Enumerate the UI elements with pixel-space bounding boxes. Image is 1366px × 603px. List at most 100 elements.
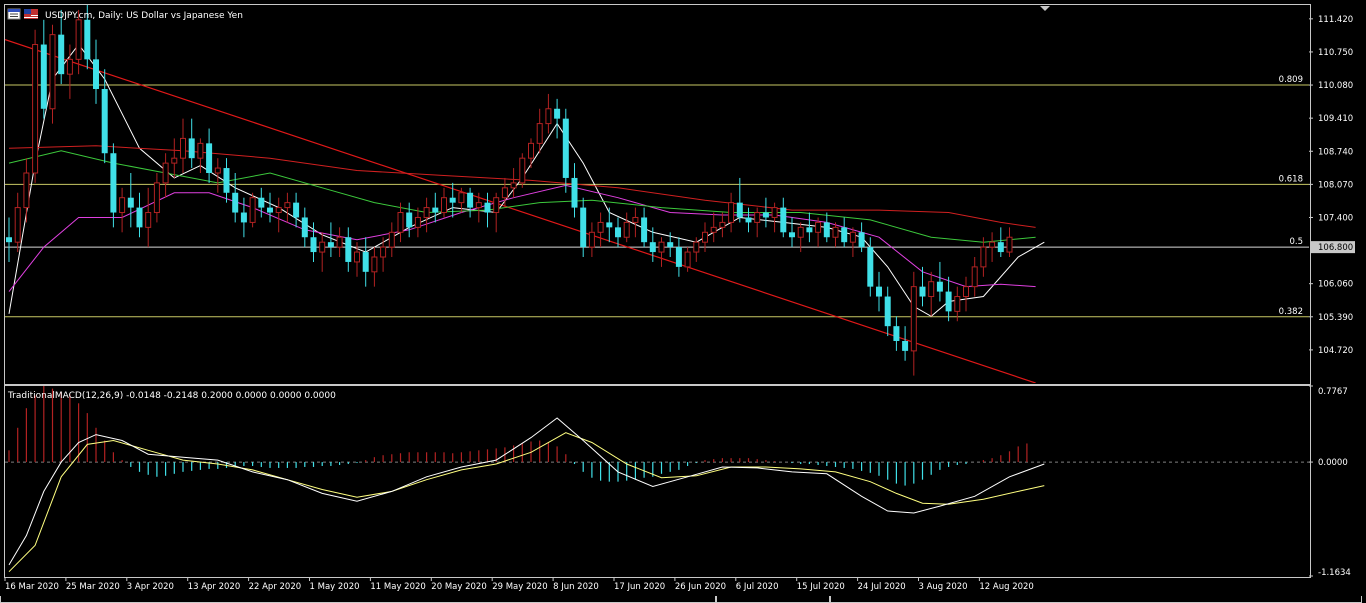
candle-body (562, 118, 569, 178)
candle (432, 192, 439, 223)
candle (423, 197, 430, 233)
candle (832, 222, 839, 248)
candle-body (902, 341, 909, 351)
candle (867, 237, 874, 297)
candle (275, 197, 282, 233)
tab-3[interactable] (830, 596, 1362, 603)
tab-1[interactable] (0, 596, 716, 603)
chart-canvas: 0.809 0.618 0.5 0.382 111.420 110.750 110.080… (4, 5, 1355, 592)
x-tick-label: 1 May 2020 (310, 582, 360, 592)
candle (371, 247, 378, 287)
candle-body (710, 226, 717, 233)
candle (528, 138, 534, 169)
candle-body (354, 251, 360, 263)
candle-body (75, 19, 82, 60)
fib-level-label: 0.809 (1279, 75, 1303, 85)
candle (493, 192, 500, 233)
candle (345, 227, 352, 272)
candle-body (58, 34, 65, 75)
candle (93, 39, 99, 104)
candle (675, 237, 682, 277)
candle-body (197, 142, 204, 159)
candle-body (754, 212, 761, 223)
candle (815, 217, 822, 248)
candle-body (667, 242, 674, 248)
chart-window: 0.809 0.618 0.5 0.382 111.420 110.750 110.080… (0, 0, 1366, 603)
candle (980, 237, 987, 277)
candle-body (675, 247, 682, 267)
y-tick-label: 105.390 (1318, 313, 1353, 323)
candle (893, 316, 900, 351)
candle-body (936, 281, 943, 292)
candle-body (980, 246, 987, 268)
candle-body (458, 192, 465, 204)
candle-body (388, 231, 395, 248)
candle-body (206, 143, 213, 173)
x-tick-label: 3 Aug 2020 (919, 582, 968, 592)
candle-body (484, 202, 491, 213)
fib-level-label: 0.618 (1279, 174, 1303, 184)
candle-body (963, 286, 969, 298)
candle (206, 128, 213, 183)
candle-body (945, 291, 952, 312)
candle (588, 222, 595, 257)
candle-body (989, 241, 996, 248)
candle (963, 276, 969, 312)
candle (519, 153, 526, 188)
candles (6, 5, 1013, 376)
candle (162, 153, 169, 198)
candle (571, 163, 578, 218)
candle-body (14, 207, 21, 243)
candle-body (632, 216, 639, 223)
candle (849, 227, 856, 257)
candle (197, 138, 204, 173)
candle-body (745, 217, 752, 223)
candle (902, 326, 909, 361)
candle-body (693, 241, 700, 253)
macd-signal-line (8, 432, 1045, 573)
candle (49, 24, 56, 124)
candle (545, 93, 552, 134)
x-tick-label: 25 Mar 2020 (66, 582, 120, 592)
x-tick-label: 13 Apr 2020 (188, 582, 241, 592)
candle (536, 108, 543, 154)
candle-body (658, 241, 665, 253)
candle (710, 212, 717, 243)
candle-body (954, 296, 961, 312)
candle-body (293, 202, 300, 218)
candle (6, 217, 12, 262)
candle-body (501, 187, 508, 199)
candle-body (423, 207, 430, 218)
candle (641, 207, 648, 248)
candle (40, 19, 47, 119)
candle-body (858, 232, 865, 248)
candle-body (467, 192, 474, 208)
candle-body (301, 217, 308, 238)
candle-body (893, 326, 900, 341)
candle-body (588, 231, 595, 248)
flag-icon (24, 9, 38, 19)
tab-2[interactable] (716, 596, 830, 603)
candle-body (397, 212, 404, 233)
macd-y-tick-label: 0.7767 (1318, 387, 1348, 397)
candle (414, 207, 421, 238)
candle-body (223, 168, 230, 193)
candle-body (240, 212, 247, 223)
shift-marker-icon[interactable] (1040, 6, 1050, 11)
candle (127, 173, 134, 228)
candle (728, 192, 735, 233)
candle-body (762, 212, 769, 218)
candle-body (327, 242, 334, 248)
candle (971, 257, 978, 297)
candle-body (849, 231, 856, 243)
candle (484, 192, 491, 228)
candle (301, 207, 308, 248)
x-tick-label: 3 Apr 2020 (127, 582, 174, 592)
macd-plot (5, 386, 1309, 573)
window-menu-icon[interactable] (7, 8, 21, 20)
candle-body (928, 281, 935, 298)
axes: 111.420 110.750 110.080 109.410 108.740 108.0… (4, 15, 1355, 592)
candle (841, 217, 848, 248)
fibonacci-levels: 0.809 0.618 0.5 0.382 (5, 75, 1309, 318)
candle (136, 192, 143, 238)
